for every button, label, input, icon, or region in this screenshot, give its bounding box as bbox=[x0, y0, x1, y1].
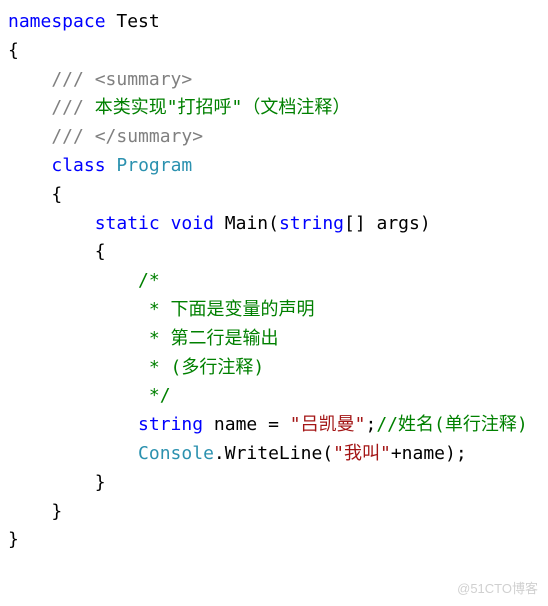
block-comment: * 下面是变量的声明 bbox=[8, 299, 315, 320]
method-call: .WriteLine( bbox=[214, 443, 333, 464]
doc-comment: /// </summary> bbox=[8, 126, 203, 147]
method-main: Main( bbox=[225, 213, 279, 234]
keyword-string: string bbox=[138, 414, 203, 435]
brace: } bbox=[8, 529, 19, 550]
brace: { bbox=[8, 184, 62, 205]
string-literal: "我叫" bbox=[333, 443, 391, 464]
doc-comment-text: 本类实现"打招呼"（文档注释） bbox=[95, 97, 351, 118]
block-comment: * (多行注释) bbox=[8, 357, 264, 378]
concat: +name); bbox=[391, 443, 467, 464]
semicolon: ; bbox=[365, 414, 376, 435]
doc-comment-prefix: /// bbox=[8, 97, 95, 118]
block-comment: /* bbox=[8, 270, 160, 291]
block-comment: * 第二行是输出 bbox=[8, 328, 279, 349]
method-args: [] args) bbox=[344, 213, 431, 234]
keyword-static: static bbox=[95, 213, 160, 234]
type-console: Console bbox=[138, 443, 214, 464]
block-comment: */ bbox=[8, 385, 171, 406]
brace: { bbox=[8, 40, 19, 61]
type-program: Program bbox=[116, 155, 192, 176]
doc-comment: /// <summary> bbox=[8, 69, 192, 90]
code-block: namespace Test { /// <summary> /// 本类实现"… bbox=[8, 8, 540, 555]
string-literal: "吕凯曼" bbox=[290, 414, 366, 435]
line-comment: //姓名(单行注释) bbox=[376, 414, 527, 435]
watermark: @51CTO博客 bbox=[457, 579, 538, 600]
keyword-namespace: namespace bbox=[8, 11, 106, 32]
var-decl: name = bbox=[203, 414, 290, 435]
keyword-class: class bbox=[51, 155, 105, 176]
keyword-string: string bbox=[279, 213, 344, 234]
brace: } bbox=[8, 501, 62, 522]
namespace-name: Test bbox=[106, 11, 160, 32]
keyword-void: void bbox=[171, 213, 214, 234]
brace: { bbox=[8, 241, 106, 262]
brace: } bbox=[8, 472, 106, 493]
